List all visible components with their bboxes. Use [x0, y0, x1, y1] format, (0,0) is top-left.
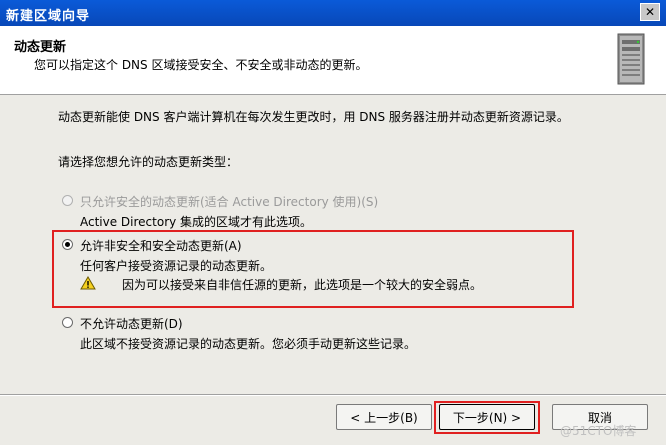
- option-nonsecure-label: 允许非安全和安全动态更新(A): [80, 239, 242, 253]
- title-bar: 新建区域向导 ✕: [0, 0, 666, 27]
- wizard-window: 新建区域向导 ✕ 动态更新 您可以指定这个 DNS 区域接受安全、不安全或非动态…: [0, 0, 666, 445]
- option-no-dynamic-update[interactable]: 不允许动态更新(D) 此区域不接受资源记录的动态更新。您必须手动更新这些记录。: [56, 315, 576, 355]
- wizard-header: 动态更新 您可以指定这个 DNS 区域接受安全、不安全或非动态的更新。: [0, 26, 666, 95]
- close-icon: ✕: [644, 5, 656, 19]
- option-no-dynamic-label: 不允许动态更新(D): [80, 317, 183, 331]
- server-icon: [617, 33, 645, 85]
- close-button[interactable]: ✕: [640, 3, 660, 21]
- option-secure-only: 只允许安全的动态更新(适合 Active Directory 使用)(S) Ac…: [56, 193, 576, 233]
- page-subtitle: 您可以指定这个 DNS 区域接受安全、不安全或非动态的更新。: [34, 58, 368, 72]
- watermark: @51CTO博客: [560, 424, 637, 438]
- next-button[interactable]: 下一步(N) >: [439, 404, 535, 430]
- radio-secure-only: [62, 195, 73, 206]
- back-button[interactable]: < 上一步(B): [336, 404, 432, 430]
- radio-no-dynamic-update[interactable]: [62, 317, 73, 328]
- option-secure-only-desc: Active Directory 集成的区域才有此选项。: [80, 215, 313, 229]
- wizard-body: 动态更新能使 DNS 客户端计算机在每次发生更改时，用 DNS 服务器注册并动态…: [0, 95, 666, 395]
- intro-text: 动态更新能使 DNS 客户端计算机在每次发生更改时，用 DNS 服务器注册并动态…: [58, 110, 569, 124]
- option-secure-only-label: 只允许安全的动态更新(适合 Active Directory 使用)(S): [80, 195, 379, 209]
- option-nonsecure-warning: 因为可以接受来自非信任源的更新，此选项是一个较大的安全弱点。: [122, 278, 483, 292]
- option-nonsecure-desc: 任何客户接受资源记录的动态更新。: [80, 259, 273, 273]
- warning-icon: [80, 276, 96, 290]
- prompt-text: 请选择您想允许的动态更新类型：: [58, 155, 239, 169]
- page-title: 动态更新: [14, 40, 67, 55]
- window-title: 新建区域向导: [6, 9, 91, 24]
- footer-divider-highlight: [0, 395, 666, 396]
- option-nonsecure-and-secure[interactable]: 允许非安全和安全动态更新(A) 任何客户接受资源记录的动态更新。 因为可以接受来…: [56, 237, 566, 297]
- radio-nonsecure-and-secure[interactable]: [62, 239, 73, 250]
- option-no-dynamic-desc: 此区域不接受资源记录的动态更新。您必须手动更新这些记录。: [80, 337, 417, 351]
